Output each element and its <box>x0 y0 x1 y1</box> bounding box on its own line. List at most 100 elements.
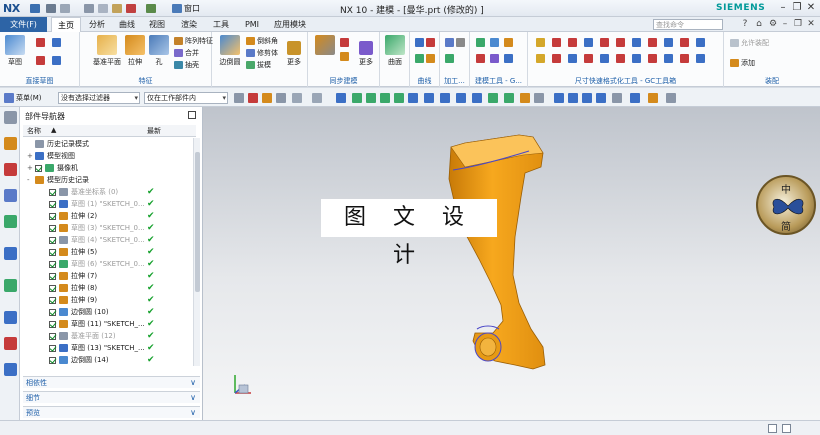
sort-up-icon[interactable]: ▲ <box>51 126 56 134</box>
tree-row[interactable]: 草图 (4) "SKETCH_0... ✔ <box>23 234 193 246</box>
replace-face-icon[interactable] <box>340 52 349 61</box>
draft-button[interactable]: 拔模 <box>246 60 271 70</box>
dimension-tool-8-icon[interactable] <box>648 38 657 47</box>
profile-icon[interactable] <box>36 38 45 47</box>
tree-row[interactable]: 草图 (1) "SKETCH_0... ✔ <box>23 198 193 210</box>
tab-pmi[interactable]: PMI <box>240 17 264 32</box>
tree-row[interactable]: - 模型历史记录 <box>23 174 193 186</box>
tab-analysis[interactable]: 分析 <box>84 17 110 32</box>
ribbon-minimize-icon[interactable]: – <box>780 19 790 29</box>
dimension-tool-11-icon[interactable] <box>696 38 705 47</box>
dimension-tool-15-icon[interactable] <box>584 54 593 63</box>
tree-row[interactable]: 历史记录模式 <box>23 138 193 150</box>
pattern-feature-button[interactable]: 阵列特征 <box>174 36 213 46</box>
status-full-screen-icon[interactable] <box>782 424 791 433</box>
dimension-tool-22-icon[interactable] <box>696 54 705 63</box>
dimension-tool-5-icon[interactable] <box>600 38 609 47</box>
visibility-checkbox[interactable] <box>49 345 56 352</box>
tree-row[interactable]: 边倒圆 (10) ✔ <box>23 306 193 318</box>
visibility-checkbox[interactable] <box>49 285 56 292</box>
copy-icon[interactable] <box>98 4 108 13</box>
move-face-button[interactable] <box>314 35 336 57</box>
selection-intent-icon[interactable] <box>262 93 272 103</box>
delete-icon[interactable] <box>126 4 136 13</box>
gc-tool-6-icon[interactable] <box>504 54 513 63</box>
expand-icon[interactable]: + <box>27 162 34 174</box>
view-4-icon[interactable] <box>596 93 606 103</box>
maximize-icon[interactable] <box>188 111 196 119</box>
dimension-tool-4-icon[interactable] <box>584 38 593 47</box>
close-button[interactable]: ✕ <box>804 2 818 14</box>
view-5-icon[interactable] <box>612 93 622 103</box>
visibility-checkbox[interactable] <box>49 333 56 340</box>
shaded-icon[interactable] <box>336 93 346 103</box>
system-scenes-icon[interactable] <box>4 363 17 376</box>
offset-region-icon[interactable] <box>340 38 349 47</box>
lasso-icon[interactable] <box>292 93 302 103</box>
dimension-tool-6-icon[interactable] <box>616 38 625 47</box>
visibility-checkbox[interactable] <box>35 165 42 172</box>
tree-row[interactable]: 拉伸 (7) ✔ <box>23 270 193 282</box>
snap-point-5-icon[interactable] <box>408 93 418 103</box>
visibility-checkbox[interactable] <box>49 213 56 220</box>
cut-icon[interactable] <box>84 4 94 13</box>
web-browser-icon[interactable] <box>4 247 17 260</box>
save-icon[interactable] <box>30 4 40 13</box>
view-6-icon[interactable] <box>630 93 640 103</box>
tree-row[interactable]: 草图 (6) "SKETCH_0... ✔ <box>23 258 193 270</box>
machining-tool-1-icon[interactable] <box>445 38 454 47</box>
tree-row[interactable]: 边倒圆 (14) ✔ <box>23 354 193 366</box>
gc-tool-5-icon[interactable] <box>490 54 499 63</box>
snap-point-11-icon[interactable] <box>504 93 514 103</box>
visibility-checkbox[interactable] <box>49 225 56 232</box>
tree-row[interactable]: 拉伸 (2) ✔ <box>23 210 193 222</box>
navigator-scrollbar[interactable] <box>193 138 200 366</box>
add-component-button[interactable]: 添加 <box>730 58 755 68</box>
ribbon-close-icon[interactable]: ✕ <box>806 19 816 29</box>
curve-tool-3-icon[interactable] <box>415 54 424 63</box>
window-menu[interactable]: 窗口 <box>184 3 200 14</box>
gc-tool-4-icon[interactable] <box>476 54 485 63</box>
paste-icon[interactable] <box>112 4 122 13</box>
column-latest[interactable]: 最新 <box>147 126 161 136</box>
preview-panel[interactable]: 预览 ∨ <box>23 406 200 418</box>
dimension-tool-18-icon[interactable] <box>632 54 641 63</box>
dimension-tool-12-icon[interactable] <box>536 54 545 63</box>
extrude-button[interactable]: 拉伸 <box>124 35 146 67</box>
visibility-checkbox[interactable] <box>49 297 56 304</box>
command-search-input[interactable]: 查找命令 <box>653 19 723 30</box>
expand-icon[interactable]: + <box>27 150 34 162</box>
tree-row[interactable]: 拉伸 (9) ✔ <box>23 294 193 306</box>
tab-applications[interactable]: 应用模块 <box>270 17 310 32</box>
part-body[interactable] <box>448 134 546 370</box>
part-navigator-icon[interactable] <box>4 189 17 202</box>
trim-body-button[interactable]: 修剪体 <box>246 48 278 58</box>
view-1-icon[interactable] <box>554 93 564 103</box>
details-panel[interactable]: 细节 ∨ <box>23 391 200 403</box>
curve-tool-4-icon[interactable] <box>426 54 435 63</box>
tree-row[interactable]: 草图 (3) "SKETCH_0... ✔ <box>23 222 193 234</box>
deselect-icon[interactable] <box>276 93 286 103</box>
selection-scope-select[interactable]: 仅在工作部件内 ▾ <box>144 92 228 104</box>
sketch-button[interactable]: 草图 <box>4 35 26 67</box>
column-name[interactable]: 名称 <box>27 126 41 136</box>
dimension-tool-3-icon[interactable] <box>568 38 577 47</box>
tree-row[interactable]: 拉伸 (5) ✔ <box>23 246 193 258</box>
dimension-tool-1-icon[interactable] <box>536 38 545 47</box>
tab-home[interactable]: 主页 <box>51 17 81 32</box>
tab-render[interactable]: 渲染 <box>176 17 202 32</box>
snap-icon[interactable] <box>234 93 244 103</box>
menu-icon[interactable] <box>4 93 14 103</box>
settings-icon[interactable]: ⚙ <box>768 19 778 29</box>
reuse-library-icon[interactable] <box>4 215 17 228</box>
minimize-button[interactable]: – <box>776 2 790 14</box>
line-icon[interactable] <box>36 56 45 65</box>
dimension-tool-7-icon[interactable] <box>632 38 641 47</box>
snap-point-10-icon[interactable] <box>488 93 498 103</box>
chamfer-button[interactable]: 倒斜角 <box>246 36 278 46</box>
visibility-checkbox[interactable] <box>49 201 56 208</box>
curve-tool-1-icon[interactable] <box>415 38 424 47</box>
gc-tool-2-icon[interactable] <box>490 38 499 47</box>
visibility-checkbox[interactable] <box>49 309 56 316</box>
part-model[interactable] <box>203 107 820 420</box>
